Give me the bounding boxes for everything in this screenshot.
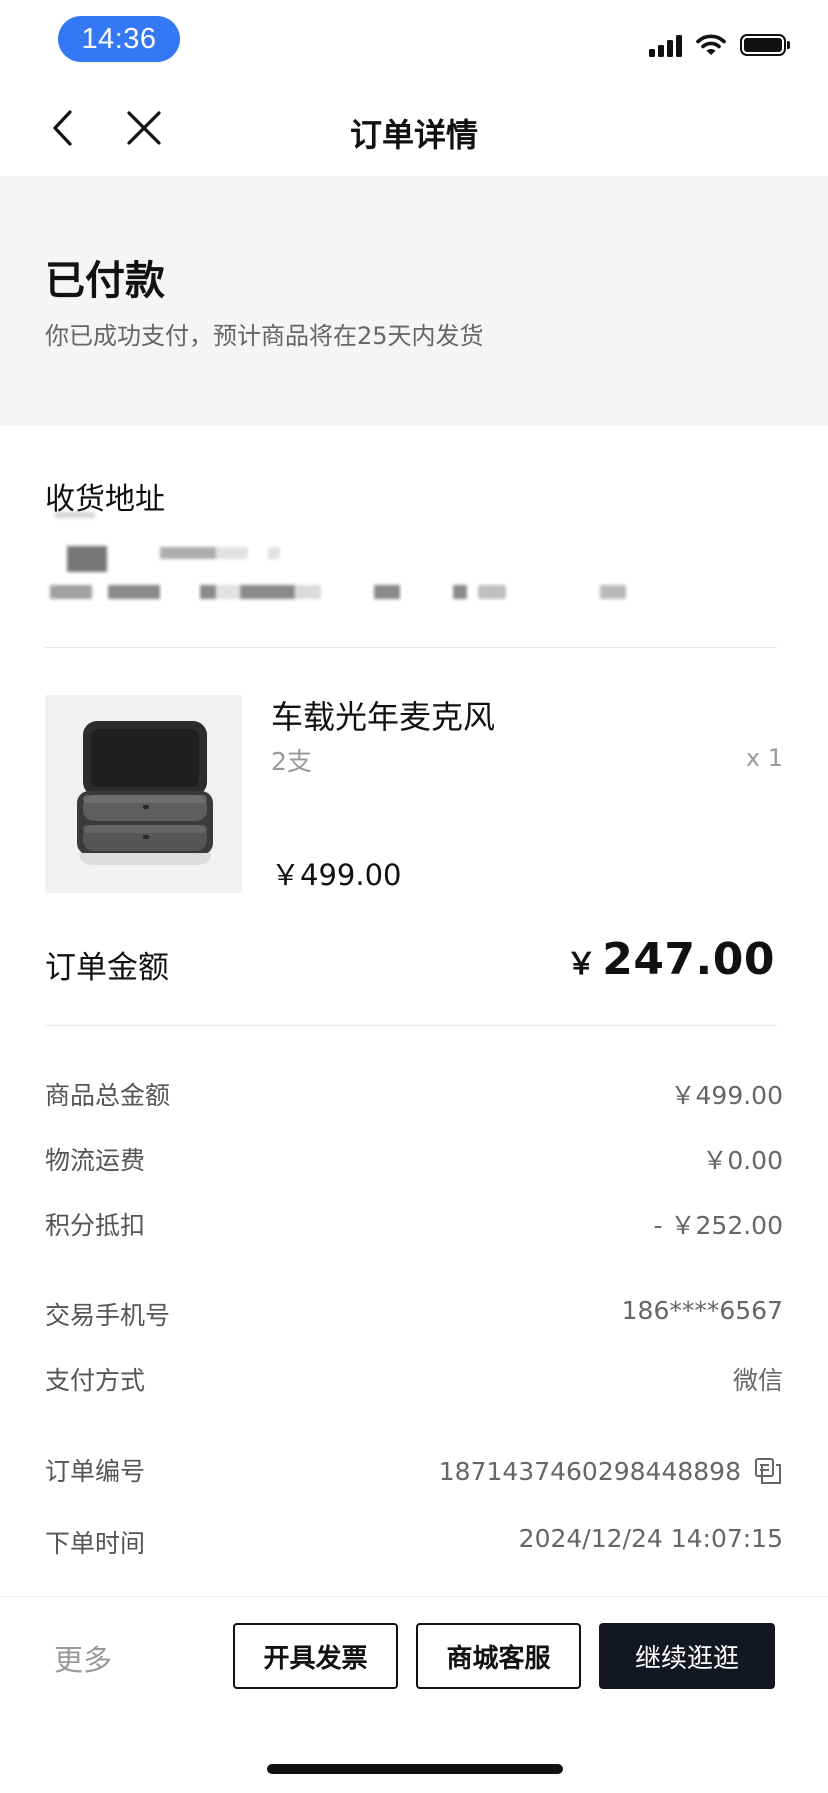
page-title: 订单详情 <box>349 116 478 154</box>
detail-row-order-number: 订单编号 1871437460298448898 <box>45 1452 783 1492</box>
microphone-case-image <box>77 721 213 865</box>
status-bar: 14:36 <box>0 0 828 80</box>
detail-row-subtotal: 商品总金额 ￥499.00 <box>45 1076 783 1116</box>
detail-label: 订单编号 <box>45 1457 146 1486</box>
cellular-signal-icon <box>649 33 682 57</box>
divider <box>45 1025 777 1026</box>
copy-icon[interactable] <box>753 1456 783 1486</box>
product-quantity: x 1 <box>745 744 783 772</box>
product-price: ￥499.00 <box>271 858 402 892</box>
detail-label: 商品总金额 <box>45 1081 171 1110</box>
detail-value: 186****6567 <box>621 1296 783 1325</box>
detail-label: 积分抵扣 <box>45 1211 146 1240</box>
product-spec: 2支 <box>271 747 312 776</box>
order-total-amount: ￥ 247.00 <box>566 934 775 985</box>
detail-row-order-time: 下单时间 2024/12/24 14:07:15 <box>45 1524 783 1564</box>
detail-row-shipping: 物流运费 ￥0.00 <box>45 1141 783 1181</box>
order-total-currency: ￥ <box>566 947 597 982</box>
detail-label: 下单时间 <box>45 1529 146 1558</box>
order-number-text: 1871437460298448898 <box>438 1456 741 1486</box>
wifi-icon <box>696 34 726 55</box>
continue-shopping-button[interactable]: 继续逛逛 <box>599 1623 775 1689</box>
product-name[interactable]: 车载光年麦克风 <box>271 692 495 738</box>
detail-value: ￥0.00 <box>702 1146 783 1175</box>
product-image[interactable] <box>45 695 242 893</box>
detail-value: - ￥252.00 <box>653 1211 783 1240</box>
battery-icon <box>740 34 790 56</box>
detail-label: 交易手机号 <box>45 1301 171 1330</box>
invoice-button[interactable]: 开具发票 <box>233 1623 398 1689</box>
detail-value: 2024/12/24 14:07:15 <box>518 1524 783 1553</box>
home-indicator[interactable] <box>267 1764 563 1774</box>
status-icons <box>649 30 790 60</box>
more-button[interactable]: 更多 <box>54 1637 112 1679</box>
detail-value: 微信 <box>732 1366 783 1395</box>
detail-row-points-deduction: 积分抵扣 - ￥252.00 <box>45 1206 783 1246</box>
status-time: 14:36 <box>58 16 180 62</box>
customer-service-button[interactable]: 商城客服 <box>416 1623 581 1689</box>
detail-row-payment-method: 支付方式 微信 <box>45 1361 783 1401</box>
order-status-description: 你已成功支付，预计商品将在25天内发货 <box>45 322 484 350</box>
navigation-bar: 订单详情 <box>0 80 828 176</box>
order-total-value: 247.00 <box>602 934 775 985</box>
divider <box>45 647 777 648</box>
detail-value-order-number: 1871437460298448898 <box>439 1456 783 1486</box>
order-status-title: 已付款 <box>45 258 165 304</box>
detail-label: 物流运费 <box>45 1146 146 1175</box>
order-total-label: 订单金额 <box>45 950 169 986</box>
detail-label: 支付方式 <box>45 1366 146 1395</box>
detail-value: ￥499.00 <box>670 1081 783 1110</box>
detail-row-phone: 交易手机号 186****6567 <box>45 1296 783 1336</box>
order-status-section: 已付款 你已成功支付，预计商品将在25天内发货 <box>0 176 828 426</box>
